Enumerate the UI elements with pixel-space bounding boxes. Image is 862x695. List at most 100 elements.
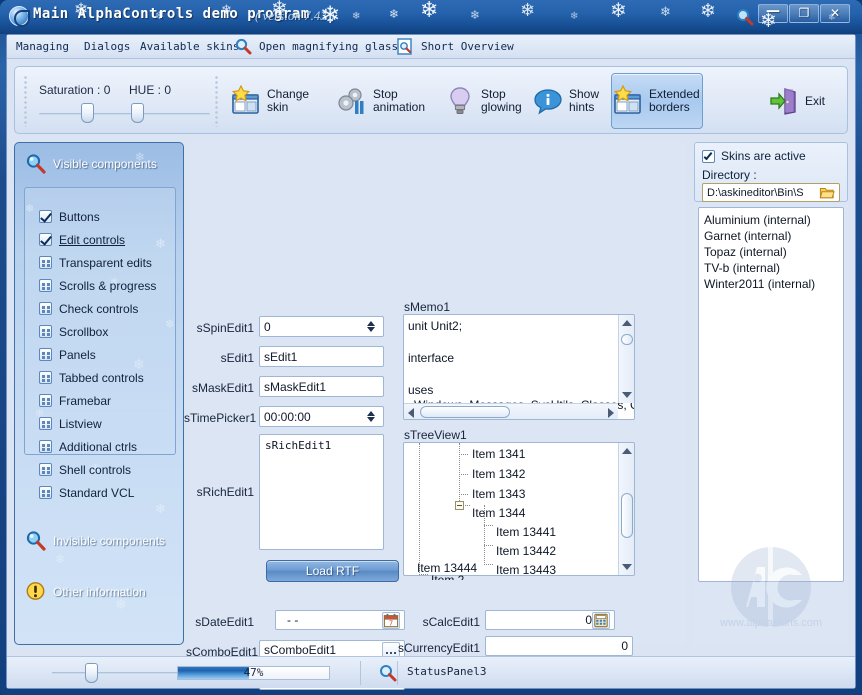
saturation-slider-thumb[interactable]: [81, 103, 94, 123]
extended-borders-button[interactable]: Extended borders: [611, 73, 703, 129]
sdateedit1-field[interactable]: - - 7: [275, 610, 405, 630]
checkbox-scrolls-progress[interactable]: [39, 279, 52, 292]
checkbox-shell-controls[interactable]: [39, 463, 52, 476]
sidebar-item-standard-vcl[interactable]: Standard VCL: [39, 483, 134, 502]
tree-item[interactable]: Item 1343: [472, 487, 525, 501]
directory-field[interactable]: D:\askineditor\Bin\S: [702, 183, 840, 202]
tree-item[interactable]: Item 1341: [472, 447, 525, 461]
memo-hscroll-thumb[interactable]: [420, 406, 510, 418]
streeview1-field[interactable]: Item 1341 Item 1342 Item 1343 Item 1344 …: [403, 442, 635, 576]
label-srichedit1: sRichEdit1: [196, 485, 254, 499]
sidebar-item-scrolls-progress[interactable]: Scrolls & progress: [39, 276, 156, 295]
sidebar-header-invisible-components[interactable]: Invisible components: [15, 520, 183, 562]
checkbox-listview[interactable]: [39, 417, 52, 430]
checkbox-transparent-edits[interactable]: [39, 256, 52, 269]
change-skin-button[interactable]: Change skin: [229, 73, 335, 129]
scroll-left-arrow[interactable]: [408, 408, 414, 418]
menu-item-available-skins[interactable]: Available skins: [138, 39, 241, 54]
sspinedit1-field[interactable]: 0: [259, 316, 384, 337]
spin-updown-buttons[interactable]: [364, 317, 379, 336]
folder-icon[interactable]: [819, 185, 835, 200]
sidebar-item-label: Transparent edits: [59, 255, 152, 270]
checkbox-standard-vcl[interactable]: [39, 486, 52, 499]
scroll-down-arrow[interactable]: [622, 564, 632, 570]
status-slider-track[interactable]: [52, 672, 192, 674]
tree-item-overflow-item2[interactable]: Item 2: [431, 573, 464, 580]
menu-item-open-magnifying-glass[interactable]: Open magnifying glass: [257, 39, 400, 54]
ac-logo-icon: [9, 6, 30, 27]
skins-listbox[interactable]: Aluminium (internal) Garnet (internal) T…: [698, 207, 844, 582]
sidebar-item-transparent-edits[interactable]: Transparent edits: [39, 253, 152, 272]
checkbox-framebar[interactable]: [39, 394, 52, 407]
memo-vertical-scrollbar[interactable]: [618, 315, 634, 403]
sidebar-item-tabbed-controls[interactable]: Tabbed controls: [39, 368, 144, 387]
exit-button[interactable]: Exit: [767, 73, 841, 129]
smemo1-field[interactable]: unit Unit2; interface uses Windows, Mess…: [403, 314, 635, 420]
sidebar-item-scrollbox[interactable]: Scrollbox: [39, 322, 108, 341]
timepicker-updown-buttons[interactable]: [364, 407, 379, 426]
checkbox-additional-ctrls[interactable]: [39, 440, 52, 453]
stop-animation-button[interactable]: Stop animation: [335, 73, 443, 129]
skins-are-active-row[interactable]: Skins are active: [702, 149, 806, 163]
tree-item[interactable]: Item 13443: [496, 563, 556, 575]
show-hints-button[interactable]: Show hints: [531, 73, 617, 129]
tree-item[interactable]: Item 13442: [496, 544, 556, 558]
scroll-down-arrow[interactable]: [622, 392, 632, 398]
menu-item-short-overview[interactable]: Short Overview: [419, 39, 516, 54]
skin-list-item[interactable]: Aluminium (internal): [704, 213, 811, 227]
checkbox-tabbed-controls[interactable]: [39, 371, 52, 384]
magnifier-icon[interactable]: [736, 8, 754, 26]
sidebar-header-other-information[interactable]: Other information: [15, 571, 183, 613]
stop-glowing-button[interactable]: Stop glowing: [443, 73, 539, 129]
sidebar-item-check-controls[interactable]: Check controls: [39, 299, 138, 318]
checkbox-panels[interactable]: [39, 348, 52, 361]
skin-list-item[interactable]: TV-b (internal): [704, 261, 780, 275]
sedit1-field[interactable]: sEdit1: [259, 346, 384, 367]
scroll-right-arrow[interactable]: [608, 408, 614, 418]
skin-list-item[interactable]: Topaz (internal): [704, 245, 787, 259]
sidebar-item-edit-controls[interactable]: Edit controls: [39, 230, 125, 249]
skin-list-item[interactable]: Winter2011 (internal): [704, 277, 815, 291]
menu-item-managing[interactable]: Managing: [14, 39, 71, 54]
magnifier-icon[interactable]: [379, 664, 397, 682]
tree-item[interactable]: Item 1342: [472, 467, 525, 481]
menu-item-dialogs[interactable]: Dialogs: [82, 39, 132, 54]
scurrencyedit1-field[interactable]: 0: [485, 636, 633, 656]
memo-horizontal-scrollbar[interactable]: [404, 403, 618, 419]
checkbox-scrollbox[interactable]: [39, 325, 52, 338]
scalcedit1-field[interactable]: 0: [485, 610, 615, 630]
sidebar-item-additional-ctrls[interactable]: Additional ctrls: [39, 437, 137, 456]
scroll-up-arrow[interactable]: [622, 448, 632, 454]
checkbox-edit-controls[interactable]: [39, 233, 52, 246]
sidebar-header-visible-components[interactable]: Visible components: [15, 143, 183, 185]
tree-expander-item-1344[interactable]: [455, 501, 464, 510]
calendar-icon[interactable]: 7: [382, 611, 400, 629]
smaskedit1-field[interactable]: sMaskEdit1: [259, 376, 384, 397]
toolbar-grip[interactable]: [214, 75, 219, 127]
sidebar-item-shell-controls[interactable]: Shell controls: [39, 460, 131, 479]
sidebar-item-buttons[interactable]: Buttons: [39, 207, 100, 226]
scroll-up-arrow[interactable]: [622, 320, 632, 326]
sidebar-item-panels[interactable]: Panels: [39, 345, 96, 364]
checkbox-check-controls[interactable]: [39, 302, 52, 315]
close-button[interactable]: ✕: [820, 4, 850, 23]
sidebar-item-listview[interactable]: Listview: [39, 414, 102, 433]
checkbox-buttons[interactable]: [39, 210, 52, 223]
status-slider-thumb[interactable]: [85, 663, 98, 683]
tree-item[interactable]: Item 1344: [472, 506, 525, 520]
calculator-icon[interactable]: [592, 611, 610, 629]
tree-item[interactable]: Item 13441: [496, 525, 556, 539]
stimepicker1-field[interactable]: 00:00:00: [259, 406, 384, 427]
skin-list-item[interactable]: Garnet (internal): [704, 229, 791, 243]
memo-scroll-thumb[interactable]: [621, 334, 633, 345]
minimize-button[interactable]: —: [758, 4, 788, 23]
hue-slider-thumb[interactable]: [131, 103, 144, 123]
treeview-scroll-thumb[interactable]: [621, 493, 633, 538]
maximize-button[interactable]: ❐: [789, 4, 819, 23]
toolbar-grip[interactable]: [23, 75, 28, 127]
srichedit1-field[interactable]: sRichEdit1: [259, 434, 384, 550]
treeview-vertical-scrollbar[interactable]: [618, 443, 634, 575]
sidebar-item-framebar[interactable]: Framebar: [39, 391, 111, 410]
skins-active-checkbox[interactable]: [702, 149, 715, 163]
load-rtf-button[interactable]: Load RTF: [266, 560, 399, 582]
